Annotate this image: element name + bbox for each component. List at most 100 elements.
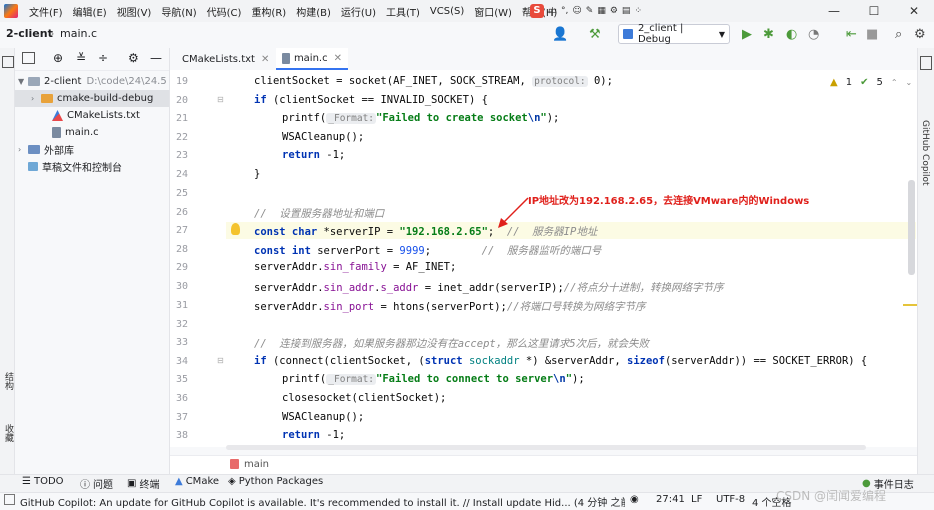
attach-icon[interactable]: ⇤ [846, 27, 857, 42]
run-icon[interactable]: ▶ [742, 27, 752, 42]
watermark: CSDN @闰闻爱编程 [776, 489, 887, 503]
copilot-icon[interactable]: ◉ [630, 494, 639, 505]
tree-item-main-c[interactable]: main.c [52, 124, 99, 141]
project-tool-icon[interactable] [2, 56, 14, 68]
favorites-tool[interactable]: 收藏 [2, 424, 15, 442]
menu-vcs[interactable]: VCS(S) [425, 6, 469, 17]
line-number: 27 [175, 225, 188, 236]
locate-icon[interactable]: ⊕ [53, 51, 63, 65]
warning-stripe-marker[interactable] [903, 304, 917, 306]
horizontal-scrollbar[interactable] [226, 445, 866, 450]
menu-window[interactable]: 窗口(W) [469, 4, 517, 19]
ime-item[interactable]: ✎ [586, 6, 594, 16]
sogou-icon[interactable]: S [530, 4, 544, 18]
tool-python-packages[interactable]: ◈ Python Packages [228, 476, 323, 487]
close-tab-icon[interactable]: ✕ [261, 54, 269, 65]
ime-item[interactable]: ⚙ [610, 6, 618, 16]
run-config-selector[interactable]: 2_client | Debug ▼ [618, 23, 730, 45]
c-file-icon [282, 52, 290, 64]
ime-item[interactable]: °, [561, 6, 568, 16]
collapse-all-icon[interactable]: ÷ [98, 51, 108, 65]
gear-icon[interactable]: ⚙ [128, 51, 139, 65]
tool-cmake[interactable]: ▲ CMake [175, 476, 219, 487]
maximize-icon[interactable]: ☐ [854, 0, 894, 22]
profile-icon[interactable]: ◔ [808, 27, 819, 42]
file-encoding[interactable]: UTF-8 [716, 494, 745, 505]
status-message[interactable]: GitHub Copilot: An update for GitHub Cop… [20, 494, 625, 509]
tool-label: Python Packages [238, 476, 324, 487]
breadcrumb-main[interactable]: main [244, 459, 269, 470]
search-icon[interactable]: ⌕ [895, 27, 902, 42]
debug-icon[interactable]: ✱ [763, 27, 774, 42]
line-separator[interactable]: LF [691, 494, 702, 505]
code-line: WSACleanup(); [282, 411, 365, 423]
caret-position[interactable]: 27:41 [656, 494, 685, 505]
tree-item-label: 外部库 [44, 146, 74, 157]
tree-item-external-libs[interactable]: › 外部库 [18, 141, 74, 158]
code-editor[interactable] [170, 70, 917, 447]
menu-code[interactable]: 代码(C) [202, 4, 247, 19]
vertical-scrollbar[interactable] [908, 180, 915, 275]
tree-item-cmake-build-debug[interactable]: › cmake-build-debug [15, 90, 169, 107]
build-hammer-icon[interactable]: ⚒ [589, 27, 601, 42]
ime-item[interactable]: ☺ [572, 6, 581, 16]
tree-item-cmakelists[interactable]: CMakeLists.txt [52, 107, 140, 124]
breadcrumb-separator: › [50, 27, 55, 40]
lightbulb-icon[interactable] [231, 223, 240, 235]
stop-icon[interactable]: ■ [866, 27, 878, 42]
user-icon[interactable]: 👤 [552, 27, 568, 42]
toggle-tool-windows-icon[interactable] [4, 494, 15, 505]
menu-navigate[interactable]: 导航(N) [156, 4, 201, 19]
hide-panel-icon[interactable]: — [150, 51, 162, 65]
folder-icon [41, 94, 53, 103]
code-line: // 设置服务器地址和端口 [254, 208, 385, 220]
tab-main-c[interactable]: main.c ✕ [276, 48, 348, 70]
breadcrumb-file[interactable]: main.c [60, 27, 97, 40]
menu-refactor[interactable]: 重构(R) [246, 4, 291, 19]
tool-terminal[interactable]: ▣ 终端 [127, 476, 159, 491]
cmake-file-icon [52, 110, 63, 121]
ime-item[interactable]: ▦ [597, 6, 606, 16]
code-line: if (clientSocket == INVALID_SOCKET) { [254, 94, 488, 106]
info-icon: ⓘ [80, 480, 90, 491]
project-name[interactable]: 2-client [6, 27, 53, 40]
close-icon[interactable]: ✕ [894, 0, 934, 22]
ime-item[interactable]: ▤ [622, 6, 631, 16]
chevron-down-icon: ▼ [718, 29, 725, 39]
database-tool-icon[interactable] [920, 56, 932, 70]
menu-build[interactable]: 构建(B) [291, 4, 336, 19]
menu-tools[interactable]: 工具(T) [381, 4, 425, 19]
line-number: 31 [175, 300, 188, 311]
line-number: 37 [175, 412, 188, 423]
menu-view[interactable]: 视图(V) [112, 4, 157, 19]
ime-item[interactable]: 中 [548, 5, 557, 18]
ime-item[interactable]: ⁘ [634, 6, 642, 16]
tree-root[interactable]: ▼ 2-client D:\code\24\24.5 [18, 73, 167, 90]
line-number: 29 [175, 262, 188, 273]
chevron-right-icon: › [31, 94, 35, 103]
minimize-icon[interactable]: — [814, 0, 854, 22]
line-number: 35 [175, 374, 188, 385]
tree-item-scratches[interactable]: 草稿文件和控制台 [28, 158, 122, 175]
tree-item-label: CMakeLists.txt [67, 110, 140, 121]
github-copilot-tool[interactable]: GitHub Copilot [920, 120, 930, 186]
menu-run[interactable]: 运行(U) [336, 4, 381, 19]
right-tool-stripe [917, 48, 934, 474]
menu-edit[interactable]: 编辑(E) [68, 4, 112, 19]
tool-problems[interactable]: ⓘ 问题 [80, 476, 113, 491]
coverage-icon[interactable]: ◐ [786, 27, 797, 42]
settings-icon[interactable]: ⚙ [914, 27, 926, 42]
inspection-widget[interactable]: ▲ 1 ✔ 5 ⌃ ⌄ [830, 77, 912, 88]
library-icon [28, 145, 40, 154]
expand-all-icon[interactable]: ≚ [76, 51, 86, 65]
structure-tool[interactable]: 结构 [2, 372, 15, 390]
tab-cmakelists[interactable]: CMakeLists.txt ✕ [172, 48, 274, 70]
menu-file[interactable]: 文件(F) [24, 4, 68, 19]
fold-icon[interactable]: ⊟ [217, 95, 224, 104]
code-line: WSACleanup(); [282, 131, 365, 143]
tab-label: main.c [293, 52, 328, 64]
fold-icon[interactable]: ⊟ [217, 356, 224, 365]
tool-todo[interactable]: ☰ TODO [22, 476, 64, 487]
close-tab-icon[interactable]: ✕ [334, 53, 342, 64]
panel-view-icon[interactable] [22, 52, 35, 64]
